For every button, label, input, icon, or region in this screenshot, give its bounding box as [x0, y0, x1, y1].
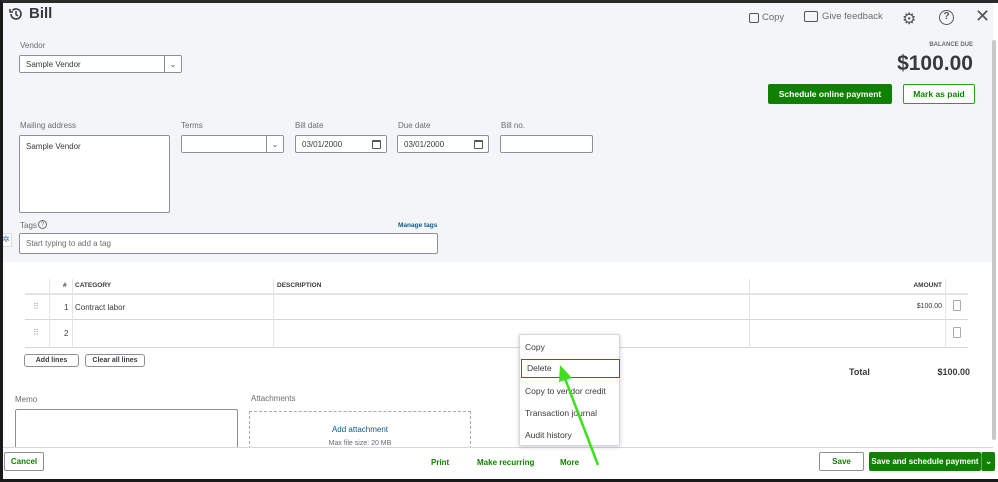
- window-frame: [0, 0, 998, 482]
